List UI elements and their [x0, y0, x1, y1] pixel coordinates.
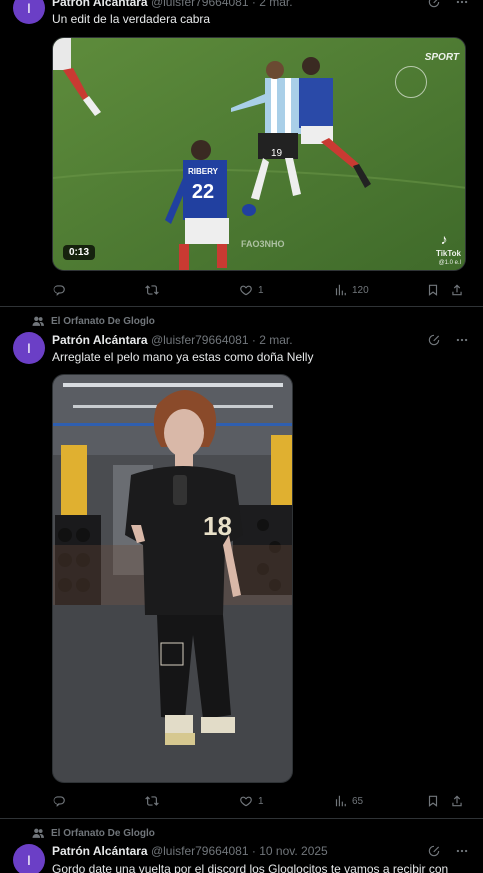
heart-icon: [240, 285, 252, 296]
author-handle[interactable]: @luisfer79664081: [151, 844, 249, 858]
post-time[interactable]: 10 nov. 2025: [259, 844, 328, 858]
community-icon: [32, 316, 44, 326]
author-handle[interactable]: @luisfer79664081: [151, 333, 249, 347]
view-count: 120: [352, 284, 369, 296]
post-text: Arreglate el pelo mano ya estas como doñ…: [52, 350, 314, 364]
reply-icon: [53, 796, 65, 807]
avatar[interactable]: I: [13, 0, 45, 24]
header-icons: [427, 844, 469, 861]
post-text: Un edit de la verdadera cabra: [52, 12, 211, 26]
post-header: Patrón Alcántara @luisfer79664081 · 2 ma…: [52, 333, 483, 347]
separator-dot: ·: [251, 844, 256, 858]
bookmark-icon: [428, 284, 438, 296]
social-context[interactable]: El Orfanato De Gloglo: [32, 827, 155, 840]
social-context[interactable]: El Orfanato De Gloglo: [32, 315, 155, 328]
heart-icon: [240, 796, 252, 807]
bookmark-icon: [428, 795, 438, 807]
post-text: Gordo date una vuelta por el discord los…: [52, 862, 449, 873]
header-icons: [427, 333, 469, 350]
gym-selfie-image: 18: [53, 375, 292, 782]
post-header: Patrón Alcántara @luisfer79664081 · 2 ma…: [52, 0, 483, 9]
views-button[interactable]: 120: [333, 283, 369, 297]
repost-icon: [145, 285, 159, 295]
post-3[interactable]: El Orfanato De Gloglo I Patrón Alcántara…: [0, 819, 483, 873]
bookmark-button[interactable]: [426, 794, 440, 808]
reply-icon: [53, 285, 65, 296]
shirt-number: 18: [203, 511, 232, 541]
post-actions: 1 120: [52, 283, 466, 299]
tiktok-user: @1.0 e.l: [438, 260, 461, 266]
grok-icon[interactable]: [427, 844, 441, 861]
player-number: 22: [192, 181, 214, 203]
messi-number: 19: [271, 148, 283, 159]
grok-icon[interactable]: [427, 0, 441, 12]
community-icon: [32, 828, 44, 838]
author-handle[interactable]: @luisfer79664081: [151, 0, 249, 9]
post-2[interactable]: El Orfanato De Gloglo I Patrón Alcántara…: [0, 307, 483, 819]
repost-button[interactable]: [145, 794, 164, 808]
post-1[interactable]: I Patrón Alcántara @luisfer79664081 · 2 …: [0, 0, 483, 307]
reply-button[interactable]: [52, 283, 71, 297]
more-icon[interactable]: [455, 0, 469, 12]
like-count: 1: [258, 795, 264, 807]
post-video[interactable]: 19 RIBERY 22 SPORT FAO3NHO 0:13 ♪ TikTok…: [52, 37, 466, 271]
channel-logo-icon: [395, 66, 427, 98]
repost-button[interactable]: [145, 283, 164, 297]
view-count: 65: [352, 795, 364, 807]
share-button[interactable]: [450, 794, 464, 808]
share-icon: [452, 284, 462, 296]
like-button[interactable]: 1: [239, 283, 264, 297]
post-time[interactable]: 2 mar.: [259, 0, 292, 9]
author-name[interactable]: Patrón Alcántara: [52, 333, 148, 347]
views-icon: [335, 795, 346, 807]
more-icon[interactable]: [455, 844, 469, 861]
views-button[interactable]: 65: [333, 794, 363, 808]
post-actions: 1 65: [52, 794, 466, 810]
tiktok-icon: ♪: [440, 231, 448, 247]
post-header: Patrón Alcántara @luisfer79664081 · 10 n…: [52, 844, 483, 858]
sport-watermark: SPORT: [424, 52, 459, 63]
avatar[interactable]: I: [13, 844, 45, 873]
post-time[interactable]: 2 mar.: [259, 333, 292, 347]
grok-icon[interactable]: [427, 333, 441, 350]
like-button[interactable]: 1: [239, 794, 264, 808]
center-watermark: FAO3NHO: [241, 239, 285, 249]
share-button[interactable]: [450, 283, 464, 297]
more-icon[interactable]: [455, 333, 469, 350]
separator-dot: ·: [251, 333, 256, 347]
avatar[interactable]: I: [13, 332, 45, 364]
separator-dot: ·: [251, 0, 256, 9]
tiktok-label: TikTok: [435, 249, 461, 258]
views-icon: [335, 284, 346, 296]
author-name[interactable]: Patrón Alcántara: [52, 844, 148, 858]
like-count: 1: [258, 284, 264, 296]
share-icon: [452, 795, 462, 807]
post-image[interactable]: 18: [52, 374, 293, 783]
bookmark-button[interactable]: [426, 283, 440, 297]
reply-button[interactable]: [52, 794, 71, 808]
player-name: RIBERY: [188, 167, 219, 176]
video-duration: 0:13: [63, 245, 96, 260]
header-icons: [427, 0, 469, 12]
author-name[interactable]: Patrón Alcántara: [52, 0, 148, 9]
repost-icon: [145, 796, 159, 806]
